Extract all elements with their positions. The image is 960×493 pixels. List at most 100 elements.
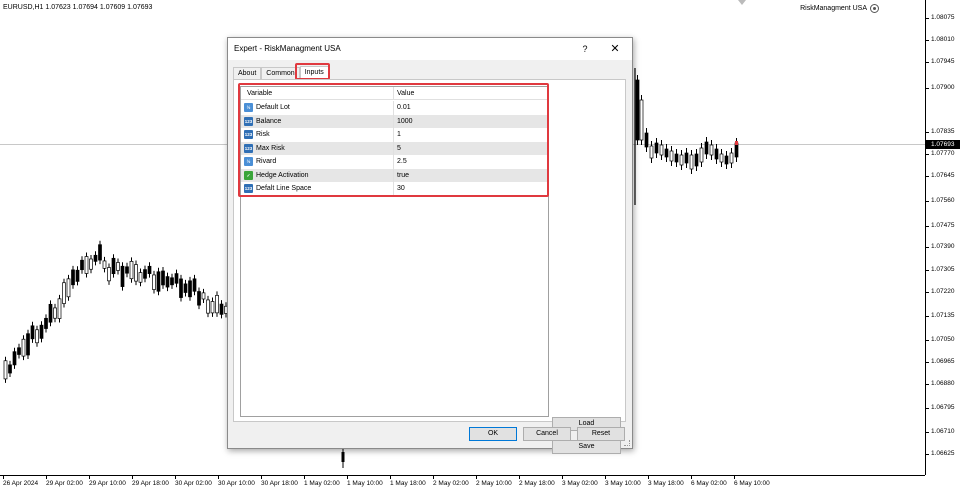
price-tick-label: 1.07945 (926, 58, 955, 65)
candle (689, 154, 694, 170)
candle (201, 292, 206, 300)
price-tick-label: 1.06880 (926, 380, 955, 387)
candle (161, 270, 165, 286)
candle (30, 325, 35, 340)
time-tick-label: 29 Apr 18:00 (132, 476, 169, 487)
current-price-label: 1.07693 (926, 140, 960, 149)
candle (116, 262, 120, 271)
candle (12, 351, 17, 366)
parameters-highlight-box (238, 83, 549, 197)
price-marker (735, 141, 738, 145)
candle (699, 147, 704, 163)
candle (107, 267, 111, 282)
time-tick-label: 2 May 10:00 (476, 476, 512, 487)
save-button[interactable]: Save (552, 440, 621, 454)
dialog-titlebar[interactable]: Expert - RiskManagment USA ? ✕ (228, 38, 632, 60)
candle (3, 360, 8, 380)
price-tick-label: 1.07900 (926, 84, 955, 91)
candle (98, 244, 102, 261)
candle (75, 269, 80, 282)
candle (684, 152, 689, 164)
help-button[interactable]: ? (578, 42, 592, 56)
candle (93, 254, 98, 262)
price-tick-label: 1.08075 (926, 14, 955, 21)
price-tick-label: 1.07050 (926, 336, 955, 343)
candle (134, 264, 138, 282)
time-tick-label: 1 May 02:00 (304, 476, 340, 487)
time-tick-label: 3 May 10:00 (605, 476, 641, 487)
candle (644, 132, 649, 148)
candle (192, 278, 197, 292)
candle (724, 155, 729, 165)
inputs-tab-highlight-box (295, 63, 330, 80)
candle (341, 452, 345, 462)
candle (120, 265, 125, 287)
indicator-name: RiskManagment USA (800, 5, 867, 12)
price-tick-label: 1.07835 (926, 128, 955, 135)
candle (215, 295, 219, 314)
candle (80, 259, 84, 271)
candle (156, 271, 161, 292)
time-tick-label: 2 May 18:00 (519, 476, 555, 487)
candle (39, 324, 44, 339)
dialog-title: Expert - RiskManagment USA (234, 44, 341, 53)
price-tick-label: 1.07305 (926, 266, 955, 273)
candle (26, 333, 30, 356)
time-tick-label: 1 May 10:00 (347, 476, 383, 487)
time-axis: 26 Apr 2024 29 Apr 02:00 29 Apr 10:00 29 Ap… (0, 475, 925, 493)
candle (674, 153, 679, 163)
candle (165, 276, 170, 288)
candle (654, 142, 659, 154)
candle (143, 269, 147, 279)
reset-button[interactable]: Reset (577, 427, 625, 441)
candle (111, 257, 116, 275)
chart-shift-arrow-icon[interactable] (738, 0, 746, 5)
price-tick-label: 1.07645 (926, 172, 955, 179)
candle (179, 278, 183, 298)
candle (17, 347, 21, 355)
price-tick-label: 1.07560 (926, 197, 955, 204)
cancel-button[interactable]: Cancel (523, 427, 571, 441)
time-tick-label: 26 Apr 2024 (3, 476, 39, 487)
candle (89, 258, 93, 270)
candle (704, 141, 709, 155)
price-tick-label: 1.06625 (926, 450, 955, 457)
candle (694, 153, 699, 167)
ok-button[interactable]: OK (469, 427, 517, 441)
close-button[interactable]: ✕ (608, 42, 622, 56)
price-tick-label: 1.06710 (926, 428, 955, 435)
price-axis: 1.08075 1.08010 1.07945 1.07900 1.07835 1.077… (925, 0, 960, 475)
candle (53, 307, 57, 319)
price-tick-label: 1.07475 (926, 222, 955, 229)
resize-grip-icon[interactable] (624, 440, 630, 446)
candle (734, 142, 739, 158)
time-tick-label: 30 Apr 10:00 (218, 476, 255, 487)
time-tick-label: 3 May 18:00 (648, 476, 684, 487)
price-tick-label: 1.07135 (926, 312, 955, 319)
candle (174, 273, 179, 284)
candle (649, 145, 654, 159)
candle (35, 329, 39, 344)
settings-gear-icon[interactable] (870, 4, 879, 13)
candle (206, 299, 210, 314)
candle (48, 303, 53, 323)
candle (147, 265, 152, 274)
candle (183, 283, 188, 293)
candle (102, 260, 107, 269)
candle (729, 152, 734, 164)
candle (669, 150, 674, 162)
indicator-label[interactable]: RiskManagment USA (800, 4, 879, 13)
time-tick-label: 30 Apr 02:00 (175, 476, 212, 487)
candle (659, 144, 664, 156)
time-tick-label: 29 Apr 10:00 (89, 476, 126, 487)
candle (125, 266, 129, 274)
candle (219, 303, 224, 315)
time-tick-label: 30 Apr 18:00 (261, 476, 298, 487)
time-tick-label: 6 May 10:00 (734, 476, 770, 487)
candle (210, 301, 215, 314)
time-tick-label: 1 May 18:00 (390, 476, 426, 487)
candle (62, 282, 66, 304)
candle (138, 272, 143, 283)
candle (639, 99, 644, 141)
price-tick-label: 1.06965 (926, 358, 955, 365)
